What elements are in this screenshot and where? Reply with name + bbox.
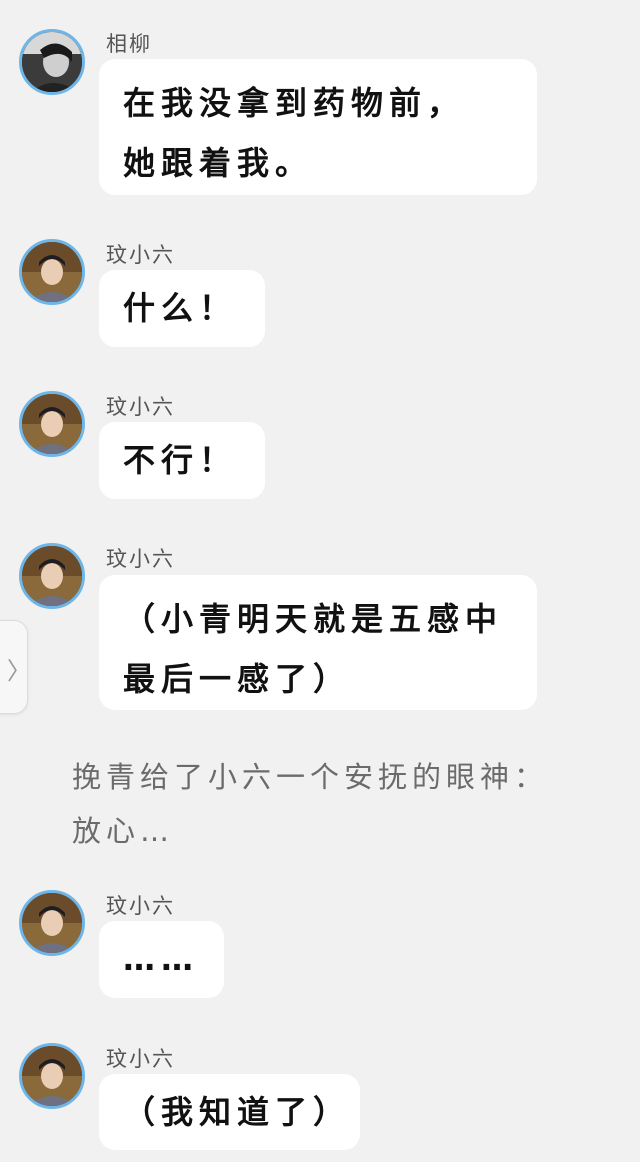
message-bubble[interactable]: 不行！ <box>99 422 265 499</box>
wenxiaoliu-avatar[interactable] <box>19 1043 85 1109</box>
avatar-image <box>22 546 82 606</box>
sender-name: 玟小六 <box>106 1047 175 1071</box>
message-bubble[interactable]: 什么！ <box>99 270 265 347</box>
message-bubble[interactable]: 在我没拿到药物前， 她跟着我。 <box>99 59 537 195</box>
sender-name: 玟小六 <box>106 243 175 267</box>
sender-name: 相柳 <box>106 32 152 56</box>
sender-name: 玟小六 <box>106 894 175 918</box>
side-expand-tab[interactable]: 〉 <box>0 620 31 714</box>
message-bubble[interactable]: （我知道了） <box>99 1074 360 1150</box>
message-bubble[interactable]: …… <box>99 921 224 998</box>
avatar-image <box>22 32 82 92</box>
sender-name: 玟小六 <box>106 395 175 419</box>
chevron-right-icon: 〉 <box>7 657 31 685</box>
xiangliu-avatar[interactable] <box>19 29 85 95</box>
message-bubble[interactable]: （小青明天就是五感中 最后一感了） <box>99 575 537 710</box>
narration-text: 挽青给了小六一个安抚的眼神： 放心… <box>72 760 549 848</box>
avatar-image <box>22 1046 82 1106</box>
wenxiaoliu-avatar[interactable] <box>19 239 85 305</box>
wenxiaoliu-avatar[interactable] <box>19 391 85 457</box>
avatar-image <box>22 242 82 302</box>
sender-name: 玟小六 <box>106 547 175 571</box>
chat-view: 相柳 在我没拿到药物前， 她跟着我。 玟小六 什么！ 玟小六 不行！ 玟小六 （… <box>0 0 640 1162</box>
avatar-image <box>22 893 82 953</box>
wenxiaoliu-avatar[interactable] <box>19 543 85 609</box>
wenxiaoliu-avatar[interactable] <box>19 890 85 956</box>
avatar-image <box>22 394 82 454</box>
